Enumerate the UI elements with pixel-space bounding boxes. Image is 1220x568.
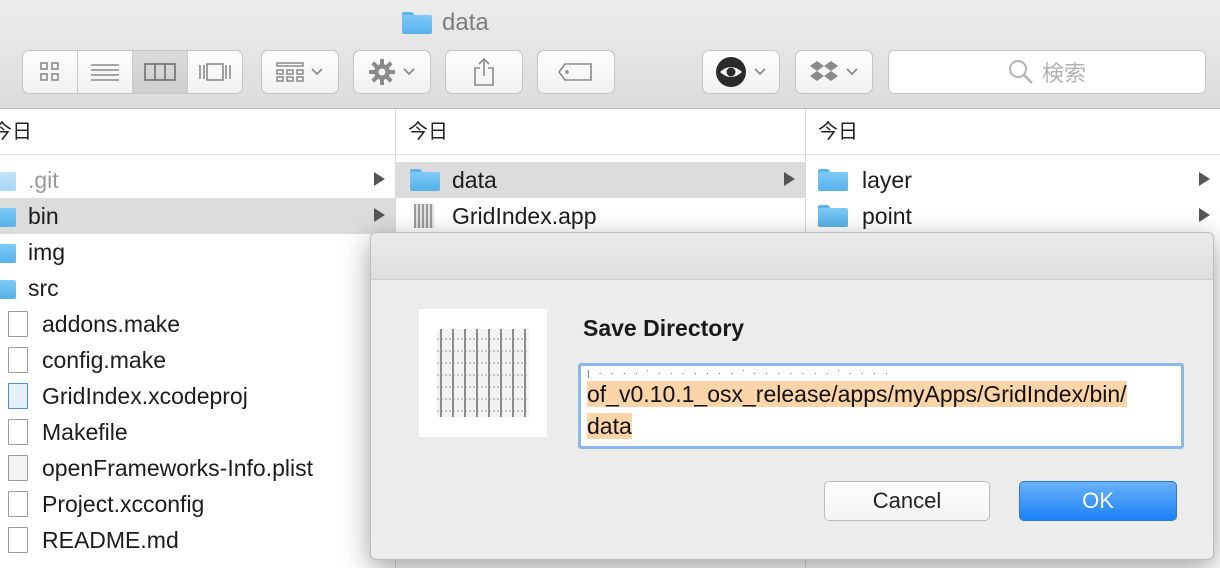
chevron-down-icon [403,68,415,76]
tag-button[interactable] [537,50,615,94]
list-item-data[interactable]: data [396,162,805,198]
dropbox-icon [810,61,838,81]
chevron-down-icon [311,68,323,76]
item-label: GridIndex.xcodeproj [42,382,248,409]
icon-view-button[interactable] [23,51,78,93]
chevron-down-icon [846,68,858,76]
document-icon [8,311,28,337]
item-label: data [452,166,497,193]
dropbox-button[interactable] [795,50,873,94]
gear-icon [369,59,395,85]
eye-icon [716,57,746,87]
list-item-xcconfig[interactable]: Project.xcconfig [0,486,395,522]
columns-icon [144,63,176,81]
list-item-makefile[interactable]: Makefile [0,414,395,450]
finder-toolbar: data 検索 [0,0,1220,109]
list-item-addons[interactable]: addons.make [0,306,395,342]
item-label: README.md [42,526,179,553]
arrange-button[interactable] [261,50,339,94]
list-item-gridindex-app[interactable]: GridIndex.app [396,198,805,234]
list-item-bin[interactable]: bin [0,198,395,234]
tag-icon [558,63,592,81]
disclosure-arrow-icon [784,172,795,186]
arrange-grid-icon [276,62,304,82]
list-item-config[interactable]: config.make [0,342,395,378]
search-field[interactable]: 検索 [888,50,1206,94]
item-label: layer [862,166,912,193]
ok-button[interactable]: OK [1019,481,1177,521]
item-label: openFrameworks-Info.plist [42,454,313,481]
folder-icon [0,169,16,191]
item-label: src [28,274,59,301]
xcconfig-icon [8,491,28,517]
plist-icon [8,455,28,481]
window-title-text: data [442,9,489,36]
column-project: 今日 .git bin img src addons.make config.m… [0,109,396,568]
item-label: GridIndex.app [452,202,597,229]
item-label: Makefile [42,418,128,445]
view-mode-selector [22,50,243,94]
search-placeholder: 検索 [1041,61,1086,86]
item-label: config.make [42,346,167,373]
column-header: 今日 [396,109,805,155]
disclosure-arrow-icon [374,172,385,186]
item-label: img [28,238,66,265]
column-view-button[interactable] [133,51,188,93]
item-label: bin [28,202,59,229]
gallery-view-button[interactable] [188,51,242,93]
xcodeproj-icon [8,383,28,409]
share-button[interactable] [445,50,523,94]
list-item-xcodeproj[interactable]: GridIndex.xcodeproj [0,378,395,414]
column-header: 今日 [0,109,395,155]
list-item-layer[interactable]: layer [806,162,1220,198]
path-text-line1: of_v0.10.1_osx_release/apps/myApps/GridI… [587,381,1127,407]
app-icon [414,204,434,228]
list-item-git[interactable]: .git [0,162,395,198]
list-icon [91,64,119,81]
list-item-src[interactable]: src [0,270,395,306]
list-view-button[interactable] [78,51,133,93]
cancel-button[interactable]: Cancel [824,481,990,521]
list-item-plist[interactable]: openFrameworks-Info.plist [0,450,395,486]
dialog-title: Save Directory [583,315,745,341]
folder-icon [818,205,848,227]
folder-icon [402,12,432,34]
folder-icon [0,241,16,263]
quick-look-button[interactable] [702,50,780,94]
folder-icon [0,205,16,227]
action-button[interactable] [353,50,431,94]
column-header: 今日 [806,109,1220,155]
document-icon [8,527,28,553]
folder-icon [0,277,16,299]
item-label: addons.make [42,310,181,337]
path-text-line2: data [587,413,632,439]
document-icon [8,419,28,445]
share-icon [474,57,494,86]
coverflow-icon [199,63,231,81]
window-title: data [402,8,489,38]
item-label: point [862,202,912,229]
list-item-readme[interactable]: README.md [0,522,395,558]
disclosure-arrow-icon [1199,172,1210,186]
dialog-titlebar [371,233,1213,280]
list-item-img[interactable]: img [0,234,395,270]
grid-icon [40,62,59,81]
save-directory-dialog: Save Directory | · · · · ' · · · · · · ·… [370,232,1214,560]
disclosure-arrow-icon [374,208,385,222]
document-icon [8,347,28,373]
folder-icon [410,169,440,191]
item-label: .git [28,166,59,193]
path-scrolled-line: | · · · · ' · · · · · · · ' · · · · · · … [587,370,892,378]
app-icon [419,309,547,437]
folder-icon [818,169,848,191]
search-icon [1008,60,1033,84]
list-item-point[interactable]: point [806,198,1220,234]
chevron-down-icon [754,68,766,76]
path-input-field[interactable]: | · · · · ' · · · · · · · ' · · · · · · … [578,363,1184,449]
item-label: Project.xcconfig [42,490,205,517]
disclosure-arrow-icon [1199,208,1210,222]
